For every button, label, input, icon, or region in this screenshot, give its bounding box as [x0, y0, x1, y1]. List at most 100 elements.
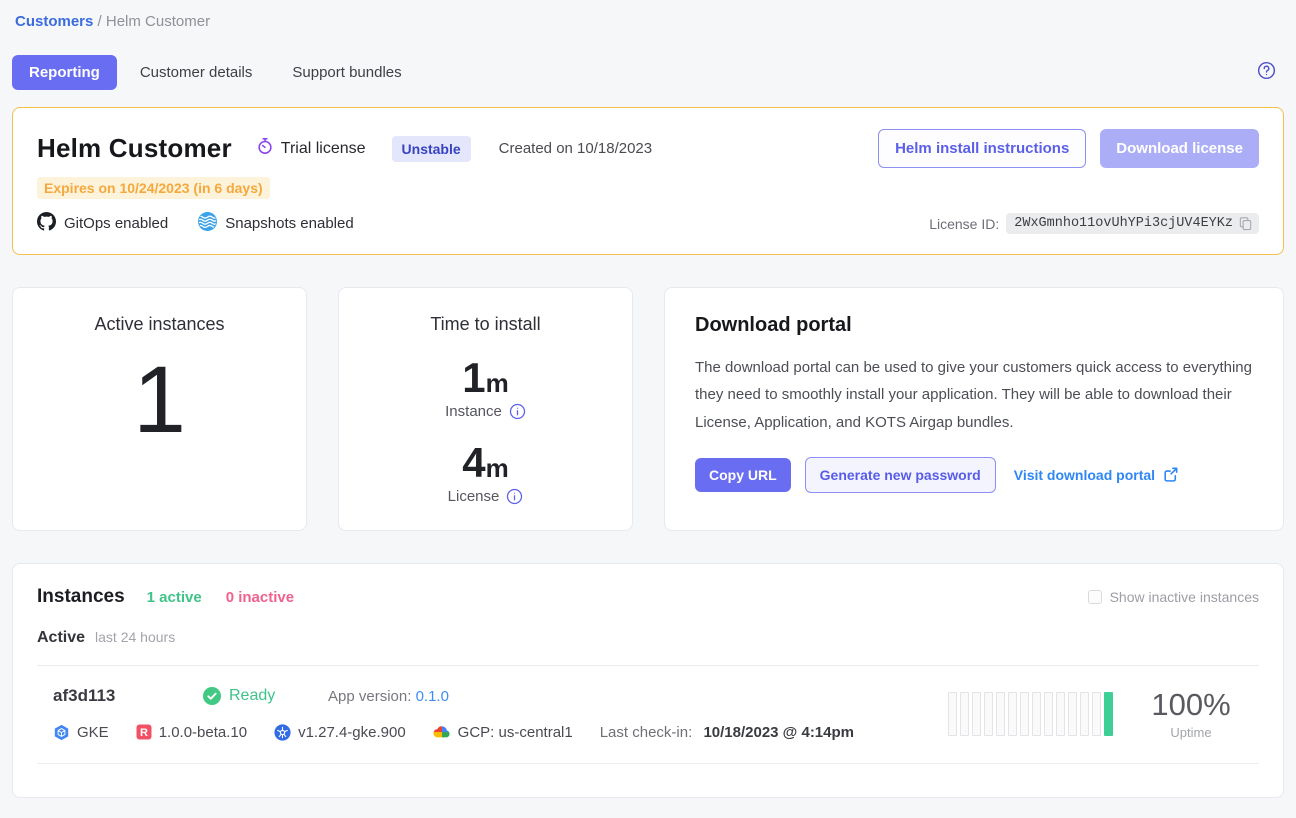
uptime-bar [1020, 692, 1029, 736]
uptime-bar-active [1104, 692, 1113, 736]
app-version-label: App version: [328, 688, 411, 705]
external-link-icon [1162, 466, 1179, 483]
breadcrumb: Customers / Helm Customer [12, 13, 1284, 30]
distribution-meta: GKE [53, 724, 109, 741]
feature-snapshots: Snapshots enabled [198, 212, 353, 235]
info-icon[interactable] [506, 488, 523, 505]
info-icon[interactable] [509, 403, 526, 420]
copy-url-button[interactable]: Copy URL [695, 458, 791, 492]
breadcrumb-separator: / [98, 13, 102, 30]
uptime-bar [948, 692, 957, 736]
last-checkin: Last check-in: 10/18/2023 @ 4:14pm [600, 724, 854, 741]
uptime-bar [1092, 692, 1101, 736]
uptime-bar [960, 692, 969, 736]
app-version-link[interactable]: 0.1.0 [416, 688, 449, 705]
uptime-percentage: 100% [1127, 687, 1255, 723]
uptime-bar [1044, 692, 1053, 736]
instance-row[interactable]: af3d113 Ready App version: 0.1.0 [37, 665, 1259, 764]
cloud-region-meta: GCP: us-central1 [433, 723, 573, 741]
license-expiry-warning: Expires on 10/24/2023 (in 6 days) [37, 177, 270, 199]
time-to-install-card: Time to install 1m Instance 4m [338, 287, 633, 531]
license-id-value: 2WxGmnho11ovUhYPi3cjUV4EYKz [1014, 216, 1233, 231]
customer-name: Helm Customer [37, 133, 232, 164]
helm-install-instructions-button[interactable]: Helm install instructions [878, 129, 1086, 168]
copy-icon[interactable] [1238, 216, 1253, 231]
uptime-bar [1056, 692, 1065, 736]
generate-password-button[interactable]: Generate new password [805, 457, 996, 493]
uptime-bar [1032, 692, 1041, 736]
channel-badge: Unstable [392, 136, 471, 162]
svg-text:R: R [140, 727, 148, 739]
instance-status: Ready [203, 687, 328, 705]
show-inactive-toggle[interactable]: Show inactive instances [1088, 589, 1259, 605]
time-to-install-instance: 1m Instance [339, 357, 632, 420]
breadcrumb-customers-link[interactable]: Customers [15, 13, 93, 30]
instance-time-unit: m [486, 368, 509, 398]
ready-check-icon [203, 687, 221, 705]
license-type: Trial license [256, 137, 366, 160]
license-type-label: Trial license [281, 140, 366, 158]
active-instances-card: Active instances 1 [12, 287, 307, 531]
kubernetes-icon [274, 724, 291, 741]
license-time-value: 4 [462, 439, 485, 486]
feature-gitops-label: GitOps enabled [64, 215, 168, 232]
time-to-install-title: Time to install [339, 314, 632, 335]
download-license-button[interactable]: Download license [1100, 129, 1259, 168]
uptime-bar [996, 692, 1005, 736]
uptime-bars [948, 692, 1113, 736]
help-button[interactable] [1257, 61, 1276, 85]
instances-title: Instances [37, 586, 125, 608]
instance-id: af3d113 [53, 686, 203, 706]
uptime-stat: 100% Uptime [1127, 687, 1255, 740]
active-section-range: last 24 hours [95, 629, 175, 645]
show-inactive-checkbox[interactable] [1088, 590, 1102, 604]
uptime-bar [972, 692, 981, 736]
uptime-bar [984, 692, 993, 736]
instance-time-value: 1 [462, 354, 485, 401]
uptime-bar [1080, 692, 1089, 736]
tab-support-bundles[interactable]: Support bundles [275, 55, 418, 90]
active-instances-title: Active instances [13, 314, 306, 335]
timer-icon [256, 137, 281, 160]
breadcrumb-current: Helm Customer [106, 13, 210, 30]
customer-reporting-page: Customers / Helm Customer Reporting Cust… [0, 0, 1296, 818]
customer-summary-card: Helm Customer Trial license Unstable Cre… [12, 107, 1284, 255]
download-portal-description: The download portal can be used to give … [695, 354, 1253, 436]
visit-download-portal-link[interactable]: Visit download portal [1014, 466, 1179, 483]
distribution-label: GKE [77, 724, 109, 741]
instance-status-label: Ready [229, 687, 275, 705]
feature-snapshots-label: Snapshots enabled [225, 215, 353, 232]
license-time-unit: m [486, 453, 509, 483]
active-count: 1 active [147, 589, 202, 606]
time-to-install-license: 4m License [339, 442, 632, 505]
license-time-label: License [448, 488, 500, 505]
tab-reporting[interactable]: Reporting [12, 55, 117, 90]
github-icon [37, 212, 64, 235]
feature-gitops: GitOps enabled [37, 212, 168, 235]
gcp-icon [433, 723, 451, 741]
k8s-version-meta: v1.27.4-gke.900 [274, 724, 406, 741]
k8s-version-label: v1.27.4-gke.900 [298, 724, 406, 741]
active-instances-count: 1 [13, 353, 306, 448]
license-id-pill: 2WxGmnho11ovUhYPi3cjUV4EYKz [1006, 213, 1259, 234]
replicated-icon: R [136, 724, 152, 740]
last-checkin-label: Last check-in: [600, 724, 693, 741]
license-id-row: License ID: 2WxGmnho11ovUhYPi3cjUV4EYKz [929, 213, 1259, 234]
download-portal-card: Download portal The download portal can … [664, 287, 1284, 531]
show-inactive-label: Show inactive instances [1110, 589, 1259, 605]
license-id-label: License ID: [929, 216, 999, 232]
last-checkin-value: 10/18/2023 @ 4:14pm [703, 724, 854, 741]
uptime-bar [1008, 692, 1017, 736]
tab-customer-details[interactable]: Customer details [123, 55, 270, 90]
created-date: Created on 10/18/2023 [499, 140, 652, 157]
tab-bar: Reporting Customer details Support bundl… [12, 55, 1284, 90]
kots-version-label: 1.0.0-beta.10 [159, 724, 247, 741]
uptime-bar [1068, 692, 1077, 736]
visit-download-portal-label: Visit download portal [1014, 467, 1155, 483]
inactive-count: 0 inactive [226, 589, 294, 606]
cloud-region-label: GCP: us-central1 [458, 724, 573, 741]
download-portal-title: Download portal [695, 314, 1253, 337]
snapshots-icon [198, 212, 225, 235]
instance-time-label: Instance [445, 403, 502, 420]
active-section-label: Active [37, 629, 85, 647]
